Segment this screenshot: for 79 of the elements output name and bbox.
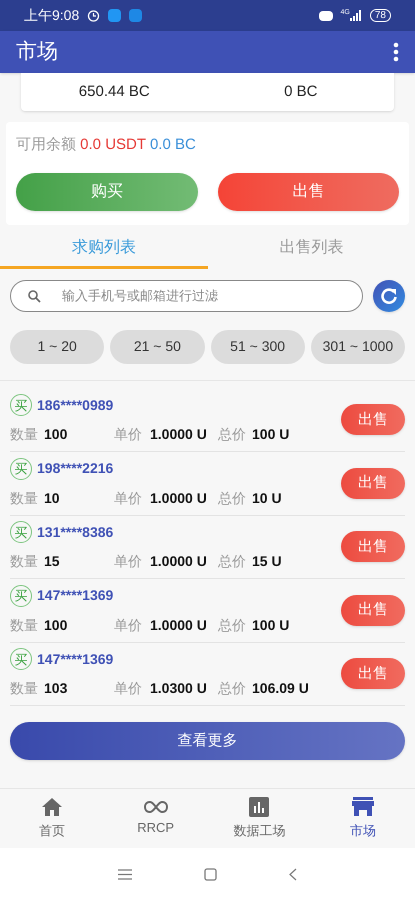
price-value: 1.0000 U [150,488,208,508]
home-icon [40,796,63,817]
store-icon [352,796,374,817]
sell-button[interactable]: 出售 [218,172,399,210]
total-label: 总价 [218,425,247,444]
quantity-value: 100 [44,425,68,444]
nav-tab[interactable]: RRCP [104,789,208,848]
buy-badge: 买 [10,521,32,544]
quantity-label: 数量 [10,679,39,698]
user-phone: 147****1369 [37,586,114,606]
user-phone: 131****8386 [37,522,114,542]
price-value: 1.0000 U [150,552,208,572]
range-chip[interactable]: 301 ~ 1000 [310,330,405,364]
price-label: 单价 [114,425,143,444]
price-value: 1.0000 U [150,425,208,444]
status-time: 上午9:08 [24,6,80,25]
total-label: 总价 [218,488,247,508]
sell-button[interactable]: 出售 [341,404,405,436]
refresh-icon [380,286,398,304]
price-value: 1.0300 U [150,679,208,698]
nav-tab[interactable]: 市场 [311,789,415,848]
price-label: 单价 [114,616,143,635]
range-chip[interactable]: 21 ~ 50 [110,330,204,364]
total-label: 总价 [218,616,247,635]
infinity-icon [142,800,169,814]
battery-level: 78 [370,9,391,22]
home-square-icon[interactable] [204,868,217,880]
search-icon [28,290,41,302]
buy-badge: 买 [10,584,32,607]
sell-button[interactable]: 出售 [341,468,405,499]
menu-icon[interactable] [118,868,132,880]
range-chip[interactable]: 1 ~ 20 [10,330,104,364]
balance-value: 650.44 BC [78,82,150,102]
nav-tab[interactable]: 首页 [0,789,104,848]
total-value: 15 U [252,552,282,572]
price-label: 单价 [114,552,143,572]
search-field[interactable]: 输入手机号或邮箱进行过滤 [10,280,363,312]
refresh-button[interactable] [373,280,405,312]
bar-chart-icon [249,796,270,817]
buy-button[interactable]: 购买 [16,172,198,210]
balance-value: 0 BC [284,82,318,102]
buy-badge: 买 [10,458,32,480]
total-value: 106.09 U [252,679,309,698]
more-menu-icon[interactable] [393,42,399,62]
available-label: 可用余额 [16,136,76,153]
list-tab[interactable]: 求购列表 [0,230,208,268]
sell-button[interactable]: 出售 [341,594,405,626]
quantity-label: 数量 [10,425,39,444]
quantity-value: 103 [44,679,68,698]
alarm-icon [87,9,100,22]
quantity-label: 数量 [10,616,39,635]
buy-badge: 买 [10,648,32,670]
price-label: 单价 [114,488,143,508]
quantity-value: 100 [44,616,68,635]
user-phone: 198****2216 [37,459,114,478]
quantity-value: 15 [44,552,61,572]
nav-tab[interactable]: 数据工场 [208,789,312,848]
quantity-label: 数量 [10,488,39,508]
user-phone: 147****1369 [37,650,114,669]
quantity-value: 10 [44,488,61,508]
total-value: 10 U [252,488,282,508]
total-label: 总价 [218,679,247,698]
sell-button[interactable]: 出售 [341,658,405,690]
price-label: 单价 [114,679,143,698]
usdt-balance: 0.0 USDT [80,136,146,153]
bc-balance: 0.0 BC [150,136,196,153]
view-more-button[interactable]: 查看更多 [10,722,405,760]
quantity-label: 数量 [10,552,39,572]
price-value: 1.0000 U [150,616,208,635]
app-title: 市场 [16,39,59,66]
signal-icon [350,10,362,21]
sell-button[interactable]: 出售 [341,531,405,562]
total-value: 100 U [252,425,290,444]
buy-badge: 买 [10,394,32,416]
back-icon[interactable] [289,868,297,880]
total-value: 100 U [252,616,290,635]
total-label: 总价 [218,552,247,572]
range-chip[interactable]: 51 ~ 300 [210,330,305,364]
user-phone: 186****0989 [37,396,114,415]
